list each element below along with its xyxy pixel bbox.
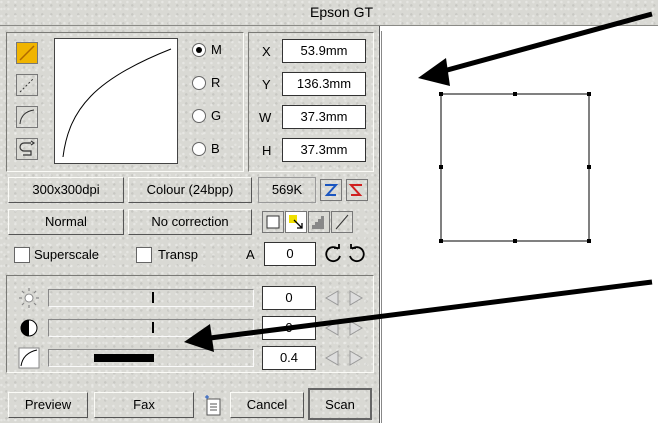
document-icon[interactable]	[202, 395, 224, 417]
contrast-slider-marker	[152, 322, 154, 333]
brightness-arrows-icon[interactable]	[322, 288, 366, 308]
cancel-button[interactable]: Cancel	[230, 392, 304, 418]
contrast-arrows-icon[interactable]	[322, 318, 366, 338]
w-label: W	[259, 110, 272, 125]
correction-menu[interactable]: No correction	[128, 209, 252, 235]
blank-box-icon[interactable]	[262, 211, 284, 233]
resolution-menu[interactable]: 300x300dpi	[8, 177, 124, 203]
brightness-field[interactable]: 0	[262, 286, 316, 310]
y-label: Y	[262, 77, 271, 92]
superscale-label: Superscale	[34, 247, 100, 262]
channel-g-radio[interactable]	[192, 109, 206, 123]
transp-label: Transp	[158, 247, 198, 262]
gamma-icon	[18, 347, 40, 369]
brightness-slider[interactable]	[48, 289, 254, 307]
superscale-checkbox[interactable]	[14, 247, 30, 263]
linear-curve-tool-icon[interactable]	[16, 42, 38, 64]
contrast-icon	[18, 317, 40, 339]
x-label: X	[262, 44, 271, 59]
curve-graph[interactable]	[54, 38, 178, 164]
contrast-field[interactable]: 0	[262, 316, 316, 340]
gamma-arrows-icon[interactable]	[322, 348, 366, 368]
x-field[interactable]: 53.9mm	[282, 39, 366, 63]
brightness-slider-marker	[152, 292, 154, 303]
rotate-clockwise-icon[interactable]	[322, 243, 344, 265]
channel-g-label: G	[211, 108, 222, 123]
h-field[interactable]: 37.3mm	[282, 138, 366, 162]
highlight-arrow-icon[interactable]	[285, 211, 307, 233]
title-bar[interactable]: Epson GT	[0, 0, 658, 26]
quality-menu[interactable]: Normal	[8, 209, 124, 235]
histogram-icon[interactable]	[308, 211, 330, 233]
channel-m-radio[interactable]	[192, 43, 206, 57]
file-size-display: 569K	[258, 177, 316, 203]
angle-label: A	[246, 247, 255, 262]
freehand-curve-tool-icon[interactable]	[16, 106, 38, 128]
w-field[interactable]: 37.3mm	[282, 105, 366, 129]
scan-direction-down-icon[interactable]	[320, 179, 342, 201]
rotate-anticlockwise-icon[interactable]	[346, 243, 368, 265]
dotted-curve-tool-icon[interactable]	[16, 74, 38, 96]
gamma-slider-bar	[94, 354, 154, 362]
window-title: Epson GT	[310, 4, 374, 20]
channel-m-label: M	[211, 42, 222, 57]
preview-area[interactable]	[381, 31, 658, 423]
selection-overlay[interactable]	[382, 31, 658, 423]
scan-button[interactable]: Scan	[308, 388, 372, 420]
channel-b-radio[interactable]	[192, 142, 206, 156]
channel-b-label: B	[211, 141, 220, 156]
fax-button[interactable]: Fax	[94, 392, 194, 418]
contrast-slider[interactable]	[48, 319, 254, 337]
diagonal-line-icon[interactable]	[331, 211, 353, 233]
channel-r-radio[interactable]	[192, 76, 206, 90]
transp-checkbox[interactable]	[136, 247, 152, 263]
scanner-window: M R G B X 53.9mm Y 136.3mm W 37.3mm H 37…	[0, 26, 380, 423]
gamma-field[interactable]: 0.4	[262, 346, 316, 370]
channel-r-label: R	[211, 75, 221, 90]
reset-curve-tool-icon[interactable]	[16, 138, 38, 160]
h-label: H	[262, 143, 272, 158]
brightness-icon	[18, 287, 40, 309]
colour-mode-menu[interactable]: Colour (24bpp)	[128, 177, 252, 203]
preview-button[interactable]: Preview	[8, 392, 88, 418]
y-field[interactable]: 136.3mm	[282, 72, 366, 96]
scan-direction-up-icon[interactable]	[346, 179, 368, 201]
angle-field[interactable]: 0	[264, 242, 316, 266]
